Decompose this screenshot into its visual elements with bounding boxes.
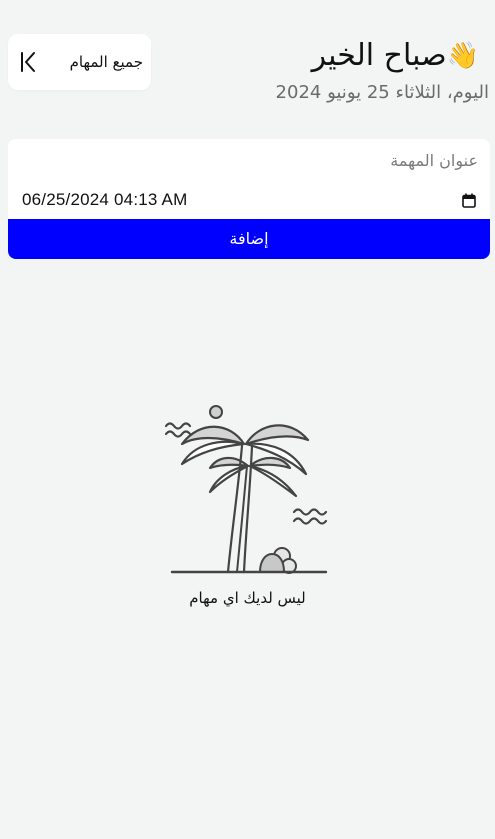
all-tasks-button[interactable]: جميع المهام [8,34,151,90]
greeting-text: صباح الخير [311,38,447,73]
bar-chevron-left-icon [20,51,38,73]
add-task-form: 06/25/2024 04:13 AM إضافة [8,139,490,259]
datetime-value: 06/25/2024 04:13 AM [22,190,188,209]
greeting: صباح الخير 👋 [312,36,489,76]
task-datetime-input[interactable]: 06/25/2024 04:13 AM [8,181,490,219]
all-tasks-label: جميع المهام [69,53,143,71]
waving-hand-icon: 👋 [446,41,479,71]
add-task-button[interactable]: إضافة [8,219,490,259]
date-line: اليوم، الثلاثاء 25 يونيو 2024 [275,82,489,103]
empty-state-message: ليس لديك اي مهام [189,589,306,607]
calendar-icon[interactable] [462,193,476,208]
header: صباح الخير 👋 اليوم، الثلاثاء 25 يونيو 20… [8,34,489,114]
empty-state: ليس لديك اي مهام [0,400,495,620]
palm-tree-illustration [164,405,328,574]
task-title-input[interactable] [8,139,490,181]
